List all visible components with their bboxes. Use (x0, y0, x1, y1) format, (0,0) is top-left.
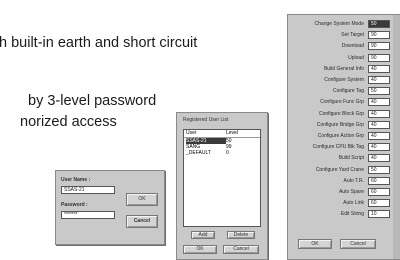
user-list-cancel-button[interactable]: Cancel (223, 245, 259, 254)
doc-line-1: h built-in earth and short circuit (0, 35, 198, 51)
setting-label: Download (341, 43, 364, 50)
add-user-button[interactable]: Add (191, 231, 215, 239)
setting-label: Configure Tag (332, 88, 364, 95)
setting-level-field[interactable]: 60 (368, 176, 390, 185)
setting-level-field[interactable]: 40 (368, 154, 390, 163)
setting-label: Auto Link (343, 200, 364, 207)
setting-level-field[interactable]: 50 (368, 165, 390, 174)
setting-label: Upload (348, 54, 364, 61)
password-label: Password : (61, 202, 88, 208)
setting-label: Build General Info (323, 65, 364, 72)
login-ok-button[interactable]: OK (126, 193, 158, 206)
user-list-dialog: Registered User List User Level SSAS-21 … (176, 112, 268, 260)
user-list-box[interactable]: User Level SSAS-21 50 SANG 99 _DEFAULT 0 (183, 129, 261, 227)
setting-level-field[interactable]: 90 (368, 42, 390, 51)
user-list-ok-button[interactable]: OK (183, 245, 217, 254)
user-name-cell: _DEFAULT (186, 150, 211, 156)
doc-line-3: norized access (20, 114, 117, 130)
setting-level-field[interactable]: 40 (368, 64, 390, 73)
setting-level-field[interactable]: 10 (368, 210, 390, 219)
login-dialog: User Name : SSAS-21 Password : ******* O… (55, 170, 165, 245)
setting-level-field[interactable]: 40 (368, 143, 390, 152)
user-name-field[interactable]: SSAS-21 (61, 186, 115, 194)
settings-ok-button[interactable]: OK (298, 239, 332, 249)
setting-label: Configure Yard Crane (315, 166, 364, 173)
setting-label: Configure Action Grp (317, 133, 364, 139)
permission-settings-dialog: Change System Mode 50 Set Target 90 Download… (287, 14, 400, 260)
setting-level-field[interactable]: 60 (368, 188, 390, 196)
setting-level-field[interactable]: 50 (368, 20, 390, 28)
setting-label: Set Target (341, 32, 364, 39)
password-field[interactable]: ******* (61, 211, 115, 219)
level-column-header: Level (226, 130, 238, 136)
setting-level-field[interactable]: 90 (368, 53, 390, 62)
user-name-label: User Name : (61, 177, 91, 183)
user-level-cell: 0 (226, 150, 229, 156)
setting-label: Auto T.R. (343, 177, 364, 184)
settings-scroll-edge (393, 15, 400, 259)
setting-label: Configure CPU Blk Tag (312, 144, 364, 151)
settings-cancel-button[interactable]: Cancel (340, 239, 376, 249)
setting-label: Configure Func Grp (320, 99, 364, 106)
setting-level-field[interactable]: 50 (368, 87, 390, 96)
setting-label: Build Script (338, 155, 364, 162)
setting-label: Change System Mode (314, 21, 364, 27)
user-row[interactable]: _DEFAULT 0 (184, 150, 260, 156)
doc-line-2: by 3-level password (28, 93, 157, 109)
setting-level-field[interactable]: 60 (368, 199, 390, 208)
setting-level-field[interactable]: 40 (368, 132, 390, 140)
setting-label: Configure Block Grp (318, 110, 364, 117)
user-list-title: Registered User List (183, 117, 229, 123)
setting-label: Configure System (324, 77, 364, 83)
setting-label: Configure Bridge Grp (316, 121, 364, 128)
login-cancel-button[interactable]: Cancel (126, 215, 158, 228)
setting-label: Edit String (340, 211, 364, 218)
setting-level-field[interactable]: 40 (368, 98, 390, 107)
setting-level-field[interactable]: 40 (368, 109, 390, 118)
setting-label: Auto Spare (338, 189, 364, 195)
setting-level-field[interactable]: 40 (368, 76, 390, 84)
delete-user-button[interactable]: Delete (227, 231, 255, 239)
setting-level-field[interactable]: 40 (368, 120, 390, 129)
user-column-header: User (186, 130, 197, 136)
setting-level-field[interactable]: 90 (368, 31, 390, 40)
